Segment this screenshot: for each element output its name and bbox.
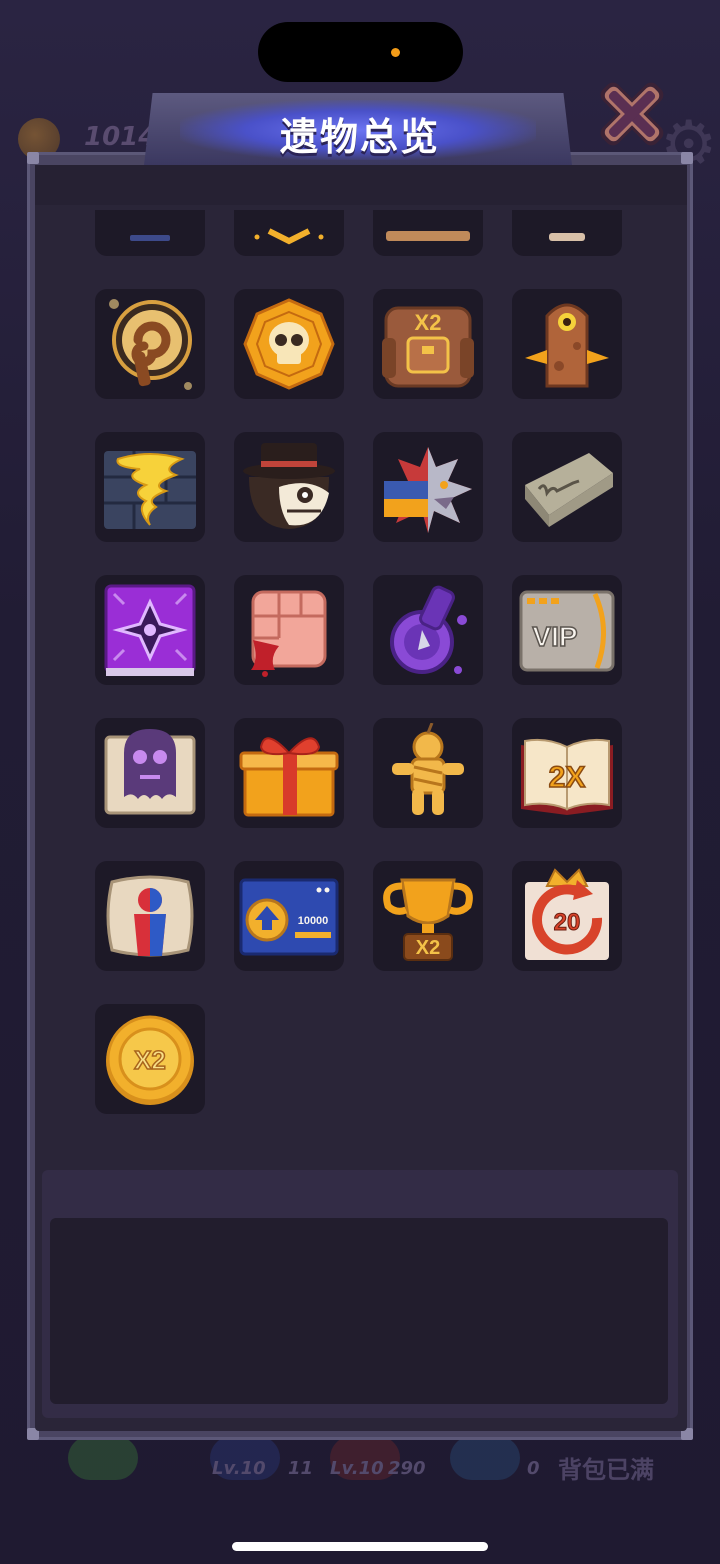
bg-unit-icon	[68, 1436, 138, 1480]
partial-relic-1-icon	[130, 235, 170, 241]
relic-slot[interactable]	[373, 210, 483, 256]
relic-slot[interactable]	[373, 432, 483, 542]
trophy-label: X2	[416, 937, 440, 959]
relic-slot[interactable]	[234, 210, 344, 256]
relic-slot[interactable]	[234, 575, 344, 685]
bloody-fist-icon	[251, 590, 327, 677]
relic-slot[interactable]	[95, 432, 205, 542]
coin-label: X2	[134, 1045, 166, 1075]
partial-relic-3-icon	[386, 231, 470, 241]
partial-relic-2-icon	[254, 228, 324, 245]
ghost-scroll-icon	[104, 729, 196, 815]
relic-slot[interactable]	[95, 289, 205, 399]
vip-card-icon: VIP	[519, 590, 615, 672]
card-label: 10000	[298, 915, 329, 927]
relic-slot[interactable]	[95, 718, 205, 828]
relic-slot[interactable]: X2	[373, 289, 483, 399]
relic-description-box	[50, 1218, 668, 1404]
relic-slot[interactable]: X2	[95, 1004, 205, 1114]
relic-slot[interactable]	[373, 575, 483, 685]
upgrade-card-icon: 10000	[239, 878, 339, 956]
relic-slot[interactable]	[512, 210, 622, 256]
gift-box-icon	[239, 737, 339, 817]
bg-level-count: 290	[388, 1458, 426, 1479]
relic-slot[interactable]: 20	[512, 861, 622, 971]
close-button[interactable]	[590, 72, 674, 156]
flag-wolf-icon	[384, 447, 472, 533]
gentleman-mask-icon	[243, 443, 335, 529]
relic-slot[interactable]	[95, 861, 205, 971]
relic-slot[interactable]: 10000	[234, 861, 344, 971]
golden-skull-web-icon	[243, 298, 335, 390]
relic-slot[interactable]	[512, 432, 622, 542]
relic-slot[interactable]	[234, 289, 344, 399]
crown-label: 20	[554, 909, 581, 936]
relic-slot[interactable]: X2	[373, 861, 483, 971]
close-x-icon	[600, 82, 664, 146]
relic-slot[interactable]	[234, 432, 344, 542]
spiral-staff-icon	[109, 299, 192, 390]
relic-slot[interactable]: 2X	[512, 718, 622, 828]
bag-full-label: 背包已满	[558, 1456, 654, 1484]
bg-level-label: Lv.10	[330, 1458, 384, 1479]
relic-slot[interactable]	[512, 289, 622, 399]
one-eyed-monolith-icon	[525, 303, 609, 388]
x2-gold-coin-icon: X2	[106, 1015, 194, 1105]
backpack-label: X2	[415, 310, 442, 335]
partial-relic-4-icon	[549, 233, 585, 241]
home-indicator[interactable]	[232, 1542, 488, 1551]
relic-slot[interactable]	[95, 210, 205, 256]
bg-level-label: Lv.10	[212, 1458, 266, 1479]
bg-extra-count: 0	[527, 1458, 540, 1479]
mummy-doll-icon	[392, 723, 464, 815]
panel-header-shade	[35, 165, 687, 205]
book-label: 2X	[549, 761, 586, 794]
relic-slot[interactable]	[373, 718, 483, 828]
split-pillow-icon	[106, 875, 194, 957]
crown-20-icon: 20	[525, 868, 609, 960]
purple-spellbook-icon	[104, 584, 196, 676]
camera-indicator	[391, 48, 400, 57]
relic-slot[interactable]	[234, 718, 344, 828]
x2-backpack-icon: X2	[382, 306, 474, 388]
relic-slot[interactable]	[95, 575, 205, 685]
2x-book-icon: 2X	[521, 738, 613, 815]
camera-notch	[258, 22, 463, 82]
bg-level-count: 11	[288, 1458, 314, 1479]
x2-trophy-icon: X2	[383, 878, 473, 961]
relic-grid: X2 VIP 2X 10000 X2 20 X2	[95, 210, 655, 1150]
tornado-icon	[104, 451, 196, 529]
relic-slot[interactable]: VIP	[512, 575, 622, 685]
vip-label: VIP	[532, 621, 577, 652]
purple-potion-icon	[390, 585, 467, 674]
bg-unit-icon	[450, 1436, 520, 1480]
eraser-icon	[525, 453, 613, 527]
